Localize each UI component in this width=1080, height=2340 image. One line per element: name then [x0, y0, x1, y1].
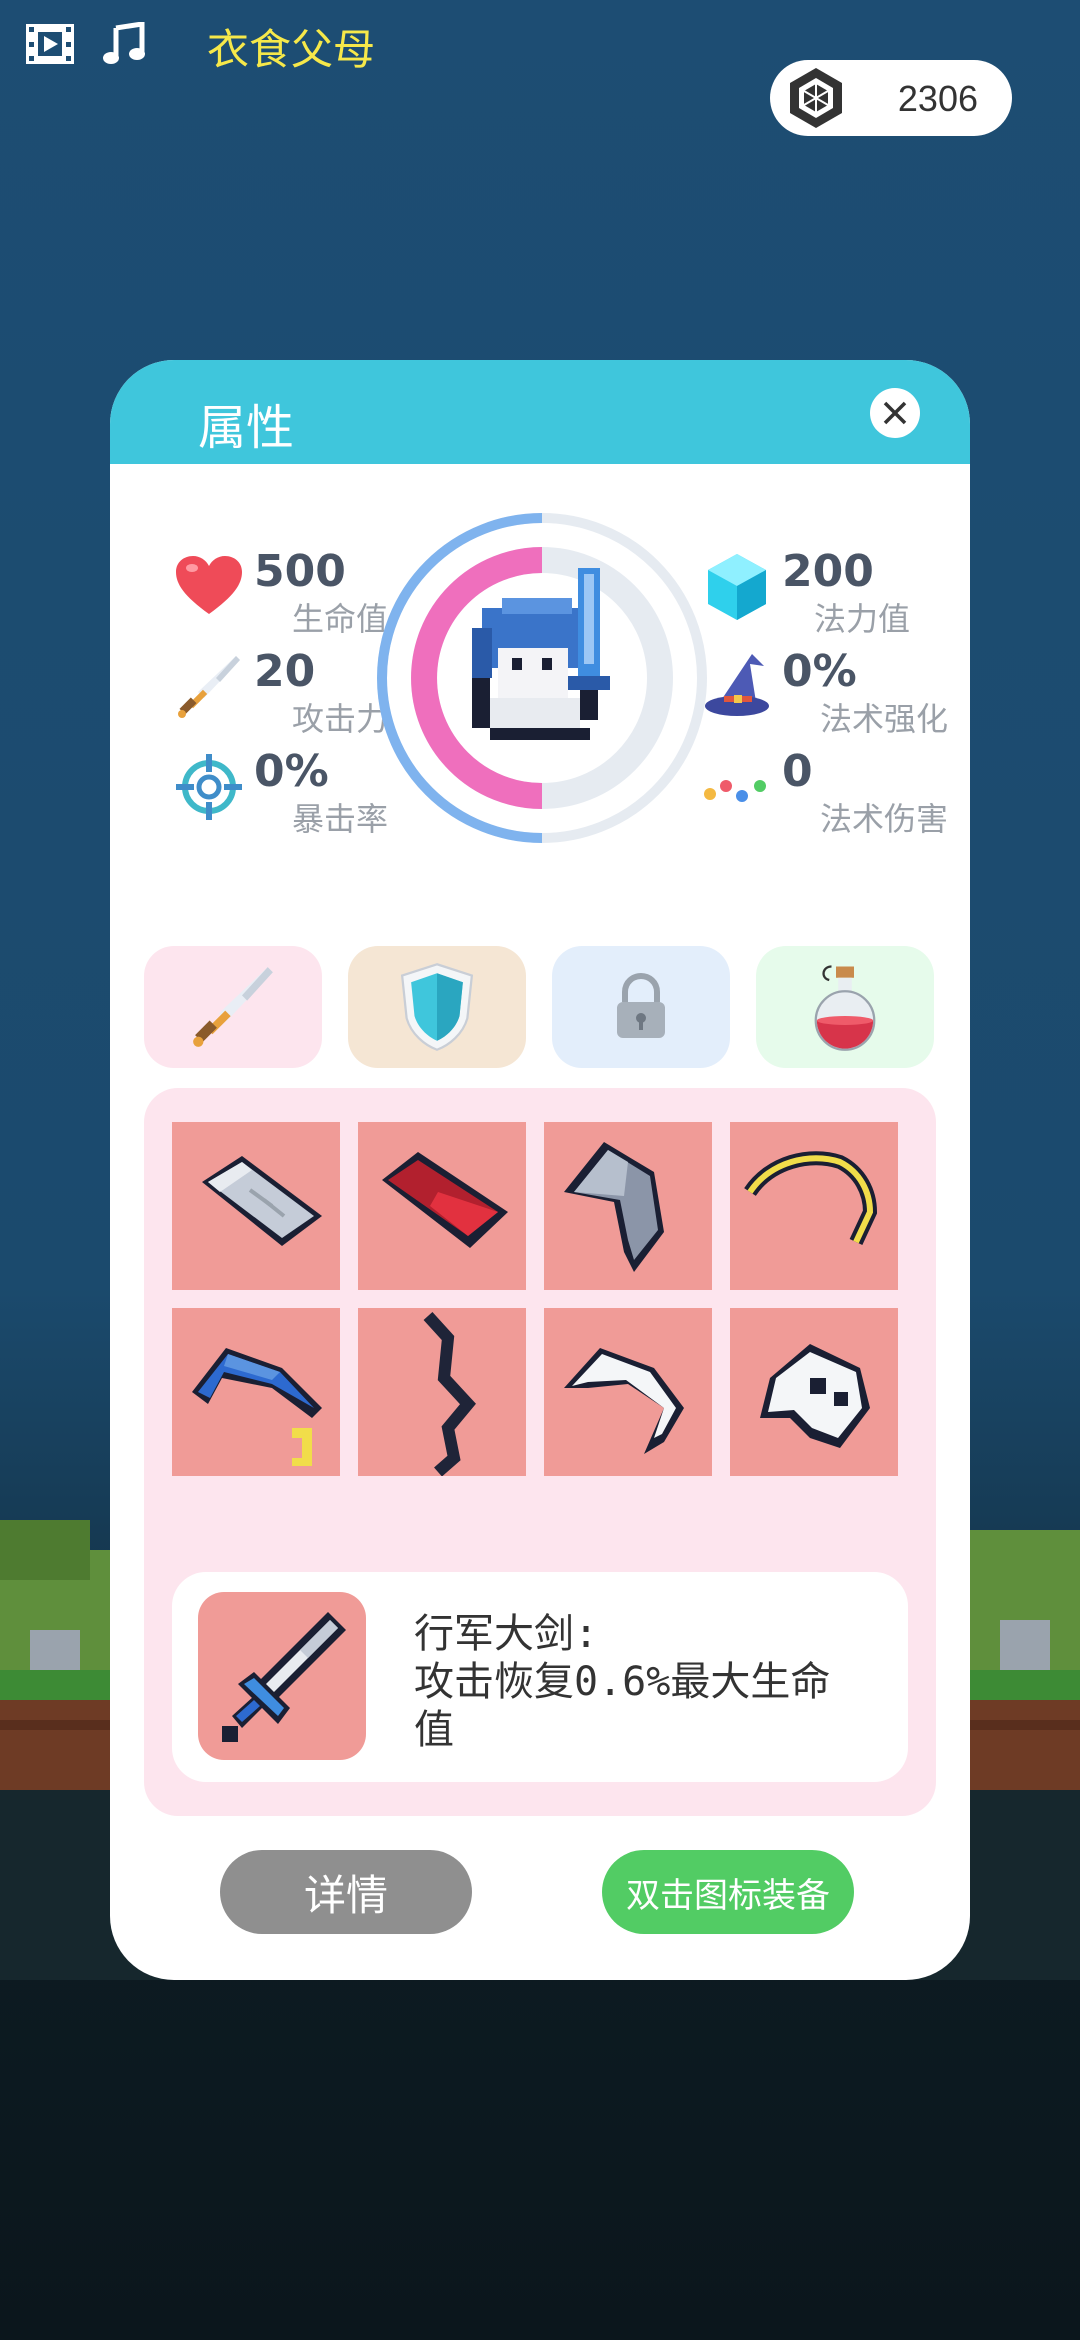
- panel-header: 属性: [110, 360, 970, 464]
- inventory-slot[interactable]: [172, 1308, 340, 1476]
- inventory-slot[interactable]: [730, 1122, 898, 1290]
- inventory-panel: 行军大剑: 攻击恢复0.6%最大生命值: [144, 1088, 936, 1816]
- currency-display: 2306: [770, 60, 1012, 136]
- close-button[interactable]: [870, 388, 920, 438]
- equip-hint-button[interactable]: 双击图标装备: [602, 1850, 854, 1934]
- stat-value: 20: [254, 646, 316, 697]
- inventory-slot[interactable]: [544, 1122, 712, 1290]
- inventory-slot[interactable]: [358, 1308, 526, 1477]
- game-title: 衣食父母: [207, 25, 376, 74]
- film-icon[interactable]: [26, 22, 74, 66]
- great-sword-icon: [222, 1612, 346, 1742]
- crosshair-icon: [176, 754, 242, 820]
- close-icon: [883, 401, 907, 425]
- inventory-slot[interactable]: [730, 1308, 898, 1476]
- heart-icon: [176, 556, 242, 614]
- item-detail-card: 行军大剑: 攻击恢复0.6%最大生命值: [172, 1572, 908, 1782]
- stat-spell-damage: 0 法术伤害: [702, 746, 948, 838]
- crystal-icon: [708, 554, 766, 620]
- stat-crit: 0% 暴击率: [174, 746, 388, 838]
- stat-value: 500: [254, 546, 346, 597]
- stat-label: 法术伤害: [820, 800, 949, 838]
- stat-hp: 500 生命值: [174, 546, 388, 638]
- hexagon-gem-icon: [790, 68, 842, 128]
- stat-attack: 20 攻击力: [174, 646, 388, 738]
- stat-spell-power: 0% 法术强化: [702, 646, 948, 738]
- gray-axe-item-icon: [564, 1142, 664, 1272]
- tab-locked[interactable]: [552, 946, 730, 1068]
- stat-value: 200: [782, 546, 874, 597]
- panel-title: 属性: [198, 400, 295, 456]
- lock-icon: [617, 972, 665, 1038]
- inventory-slot[interactable]: [172, 1122, 340, 1290]
- skull-item-icon: [760, 1344, 870, 1448]
- wizard-hat-icon: [705, 654, 769, 716]
- inventory-slot[interactable]: [544, 1308, 712, 1476]
- music-note-icon[interactable]: [102, 22, 146, 66]
- red-book-item-icon: [382, 1152, 508, 1248]
- golden-bow-item-icon: [744, 1151, 878, 1245]
- selected-item-slot[interactable]: [198, 1592, 366, 1760]
- bandage-item-icon: [202, 1156, 322, 1246]
- stat-label: 法力值: [814, 600, 911, 638]
- stat-value: 0%: [254, 746, 329, 797]
- white-boomerang-item-icon: [564, 1348, 684, 1454]
- dark-whip-item-icon: [423, 1311, 476, 1477]
- knight-sprite: [472, 568, 610, 740]
- character-portrait: [377, 513, 707, 843]
- tab-potion[interactable]: [756, 946, 934, 1068]
- tab-weapon[interactable]: [144, 946, 322, 1068]
- shield-icon: [400, 963, 474, 1051]
- details-button[interactable]: 详情: [220, 1850, 472, 1934]
- stat-mp: 200 法力值: [702, 546, 910, 638]
- currency-amount: 2306: [897, 78, 978, 119]
- sword-icon: [193, 967, 273, 1047]
- dots-icon: [704, 780, 766, 802]
- inventory-slot[interactable]: [358, 1122, 526, 1290]
- item-description: 行军大剑: 攻击恢复0.6%最大生命值: [414, 1611, 831, 1753]
- attributes-panel: 属性 500 生命值 20 攻击力 0% 暴击率 200 法力值 0% 法术强化…: [110, 360, 970, 1980]
- tab-armor[interactable]: [348, 946, 526, 1068]
- stat-value: 0: [782, 746, 813, 797]
- potion-icon: [814, 965, 876, 1051]
- sword-icon: [178, 656, 240, 718]
- stat-value: 0%: [782, 646, 857, 697]
- blue-scythe-item-icon: [192, 1348, 322, 1466]
- stat-label: 法术强化: [820, 700, 949, 738]
